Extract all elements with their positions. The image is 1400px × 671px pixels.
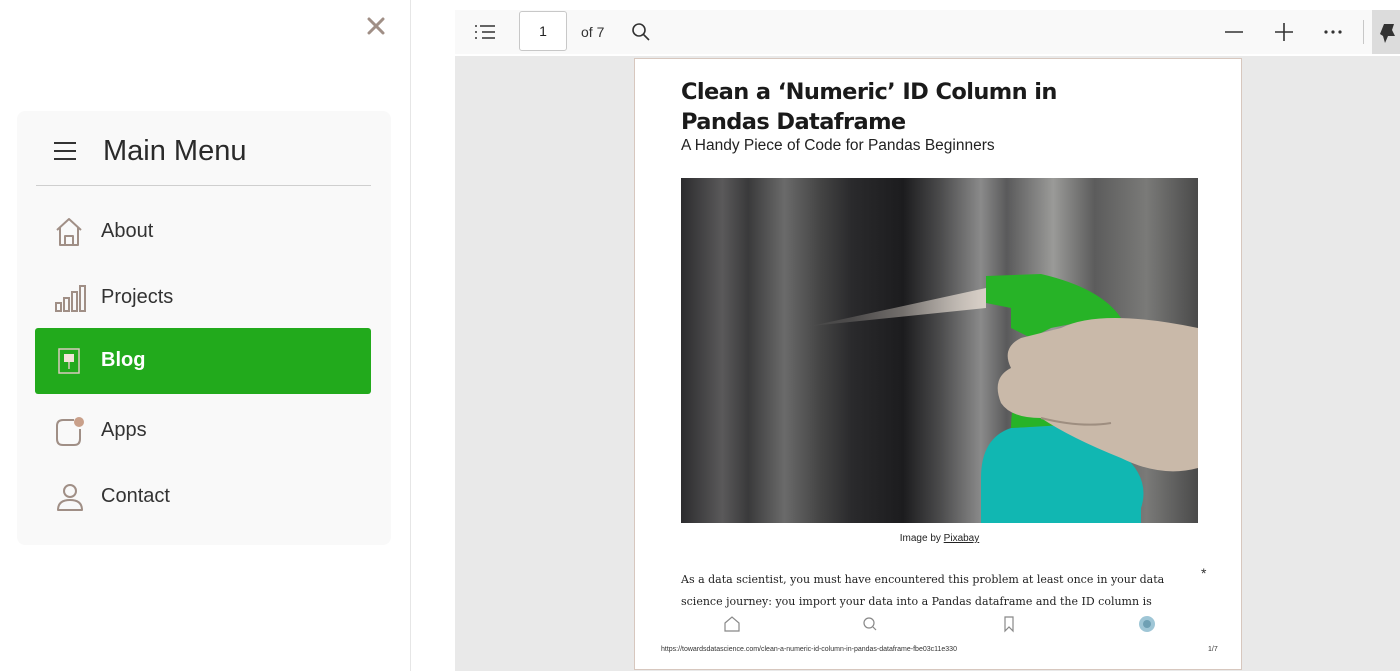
menu-item-about[interactable]: About (35, 199, 371, 265)
menu-item-label: Blog (101, 349, 146, 371)
document-body-text: As a data scientist, you must have encou… (681, 573, 1165, 608)
home-icon (722, 614, 742, 634)
zoom-in-icon[interactable] (1268, 16, 1300, 48)
main-menu-card: Main Menu About Projects Blog Apps Conta… (17, 111, 391, 545)
home-icon (53, 216, 87, 248)
menu-item-label: About (101, 220, 154, 242)
bookmark-icon (999, 614, 1019, 634)
image-caption: Image by Pixabay (681, 533, 1198, 544)
document-subtitle: A Handy Piece of Code for Pandas Beginne… (681, 137, 995, 154)
side-menu-panel: Main Menu About Projects Blog Apps Conta… (0, 0, 410, 671)
menu-item-apps[interactable]: Apps (35, 398, 371, 464)
page-number-input[interactable] (519, 11, 567, 51)
profile-avatar-icon (1137, 614, 1157, 634)
asterisk-mark: * (1201, 565, 1207, 581)
hero-image (681, 178, 1198, 523)
pane-divider (410, 0, 411, 671)
search-icon[interactable] (625, 16, 657, 48)
page-bottom-nav (635, 609, 1241, 639)
menu-item-label: Apps (101, 419, 147, 441)
menu-item-label: Contact (101, 485, 170, 507)
caption-prefix: Image by (899, 533, 941, 544)
menu-item-projects[interactable]: Projects (35, 265, 371, 331)
search-icon (860, 614, 880, 634)
page-footer-number: 1/7 (1208, 646, 1218, 653)
signboard-icon (53, 345, 87, 377)
caption-link[interactable]: Pixabay (944, 533, 980, 544)
menu-divider (36, 185, 371, 186)
document-area[interactable]: Clean a ‘Numeric’ ID Column in Pandas Da… (455, 56, 1400, 671)
pin-icon[interactable] (1372, 10, 1400, 54)
close-icon[interactable] (364, 14, 388, 38)
toolbar-separator (1363, 20, 1364, 44)
document-title: Clean a ‘Numeric’ ID Column in Pandas Da… (681, 79, 1057, 135)
menu-item-blog[interactable]: Blog (35, 328, 371, 394)
user-icon (53, 481, 87, 513)
pdf-toolbar: of 7 (455, 10, 1400, 54)
hamburger-icon[interactable] (54, 142, 76, 160)
app-notification-icon (53, 415, 87, 447)
zoom-out-icon[interactable] (1218, 16, 1250, 48)
menu-title: Main Menu (103, 135, 247, 167)
table-of-contents-icon[interactable] (470, 16, 502, 48)
bar-chart-icon (53, 282, 87, 314)
page-count-label: of 7 (581, 24, 605, 40)
more-options-icon[interactable] (1317, 16, 1349, 48)
menu-item-label: Projects (101, 286, 174, 308)
pdf-page: Clean a ‘Numeric’ ID Column in Pandas Da… (634, 58, 1242, 670)
page-footer-url: https://towardsdatascience.com/clean-a-n… (661, 646, 957, 653)
menu-header: Main Menu (17, 111, 391, 186)
menu-item-contact[interactable]: Contact (35, 464, 371, 530)
